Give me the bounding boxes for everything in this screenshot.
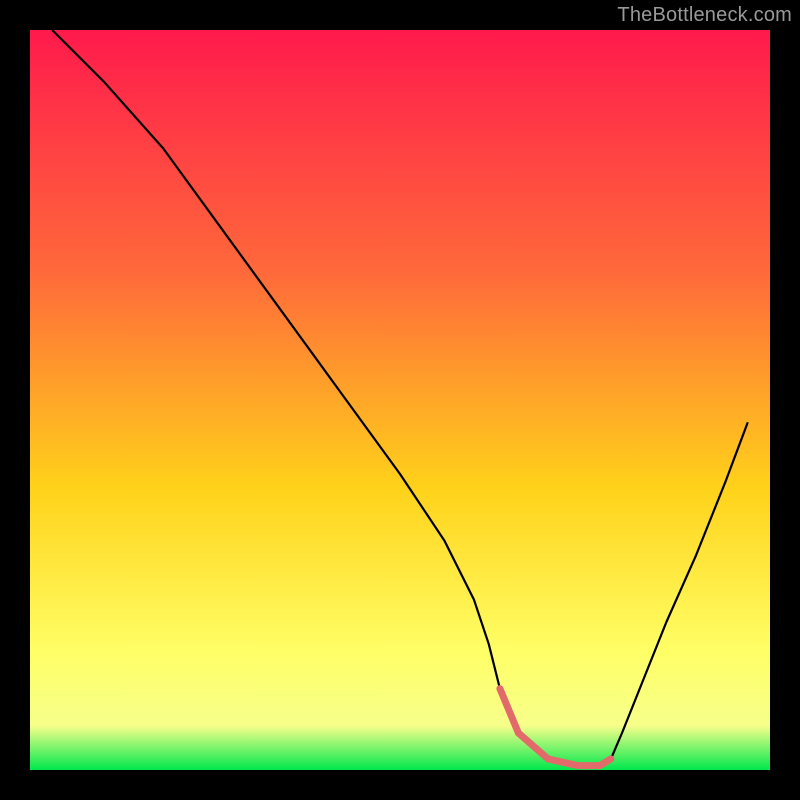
bottleneck-chart [0,0,800,800]
watermark-text: TheBottleneck.com [617,4,792,27]
chart-stage: TheBottleneck.com [0,0,800,800]
plot-background [30,30,770,770]
